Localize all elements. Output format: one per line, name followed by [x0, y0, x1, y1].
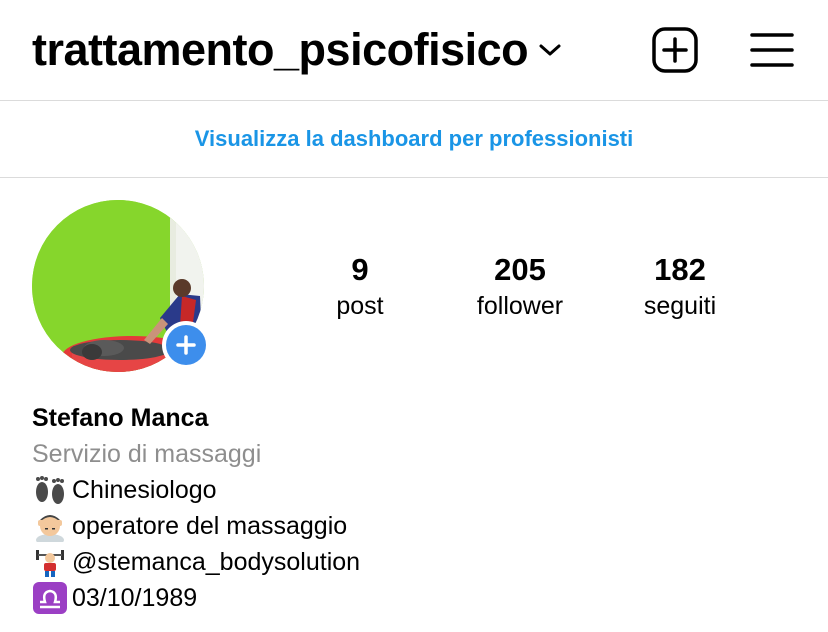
profile-category: Servizio di massaggi — [32, 440, 262, 468]
create-post-button[interactable] — [652, 27, 698, 73]
chevron-down-icon — [538, 42, 562, 63]
stat-following-label: seguiti — [643, 292, 717, 320]
stat-followers[interactable]: 205 follower — [450, 252, 590, 324]
bio-line: @stemanca_bodysolution — [32, 544, 360, 580]
username-title: trattamento_psicofisico — [32, 24, 529, 75]
bio-line-text: operatore del massaggio — [72, 512, 348, 540]
bio-line: Chinesiologo — [32, 472, 360, 508]
bio-line-text: @stemanca_bodysolution — [72, 548, 361, 576]
person-getting-massage-emoji — [32, 510, 68, 546]
account-switcher[interactable]: trattamento_psicofisico — [32, 22, 562, 78]
menu-button[interactable] — [750, 31, 794, 69]
libra-emoji — [32, 582, 68, 614]
plus-square-icon — [652, 27, 698, 73]
footprints-emoji — [32, 474, 68, 506]
weightlifter-emoji — [32, 546, 68, 578]
bio-line: operatore del massaggio — [32, 508, 360, 546]
profile-name: Stefano Manca — [32, 404, 209, 432]
stat-posts-label: post — [336, 292, 384, 320]
professional-dashboard-bar: Visualizza la dashboard per professionis… — [0, 101, 828, 178]
plus-icon — [176, 335, 196, 355]
bio-line: 03/10/1989 — [32, 580, 360, 616]
hamburger-menu-icon — [750, 33, 794, 67]
top-bar: trattamento_psicofisico — [0, 0, 828, 101]
stat-posts[interactable]: 9 post — [290, 252, 430, 324]
stat-following-count: 182 — [654, 252, 706, 287]
bio-line-text: Chinesiologo — [72, 476, 217, 504]
add-story-button[interactable] — [162, 321, 210, 369]
add-story-badge — [166, 325, 206, 365]
profile-bio: Stefano Manca Servizio di massaggi Chine… — [32, 400, 360, 616]
stat-following[interactable]: 182 seguiti — [610, 252, 750, 324]
stat-followers-count: 205 — [494, 252, 546, 287]
bio-line-text: 03/10/1989 — [72, 584, 198, 612]
stat-posts-count: 9 — [351, 252, 369, 287]
professional-dashboard-link[interactable]: Visualizza la dashboard per professionis… — [195, 126, 634, 152]
stat-followers-label: follower — [476, 292, 564, 320]
